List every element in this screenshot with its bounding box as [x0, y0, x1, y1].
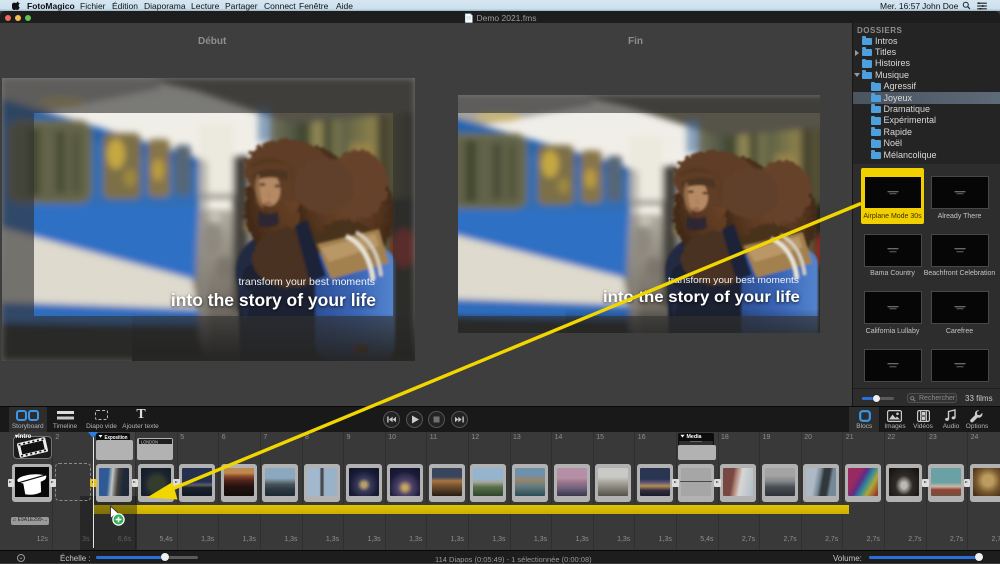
svg-text:Exposition: Exposition	[104, 435, 127, 440]
svg-text:Media: Media	[686, 434, 702, 439]
svg-text:LONDON: LONDON	[141, 439, 158, 444]
